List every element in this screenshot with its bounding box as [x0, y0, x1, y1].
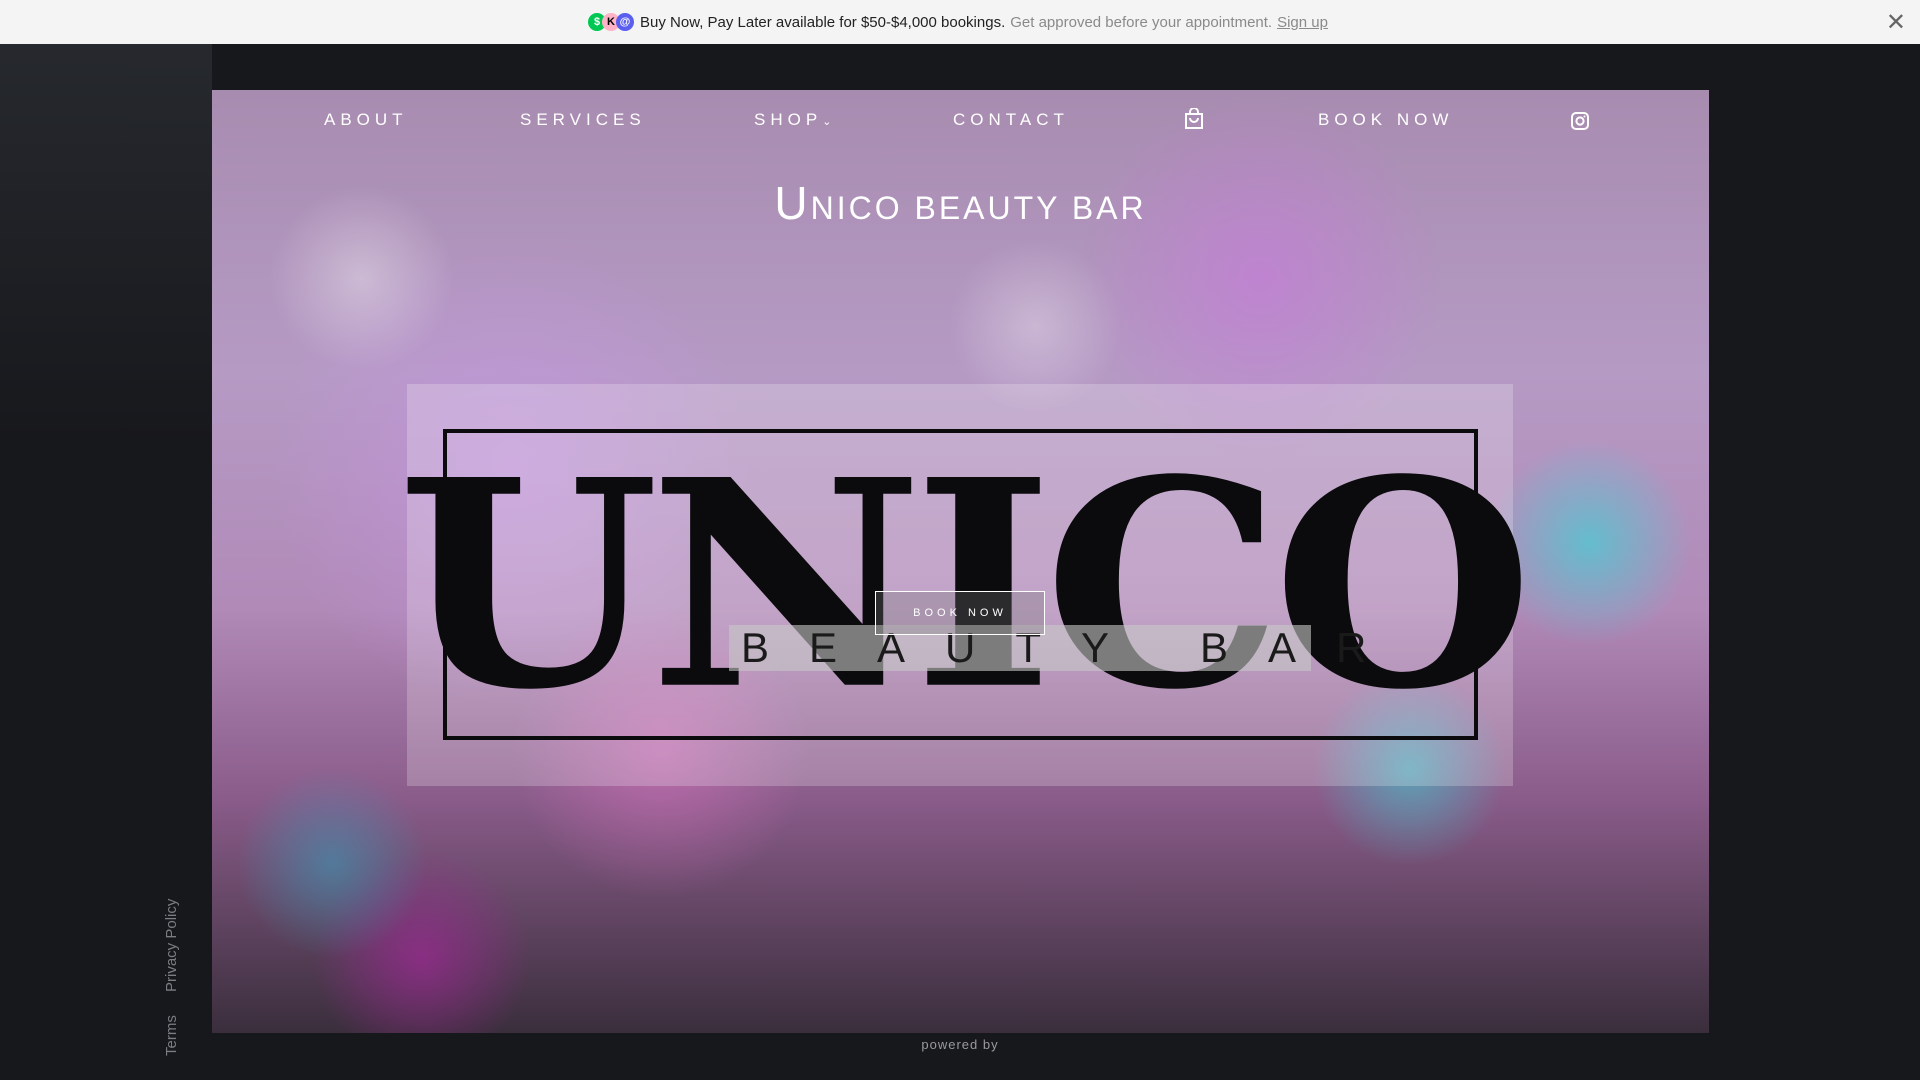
- nav-contact[interactable]: CONTACT: [953, 110, 1069, 130]
- sign-up-link[interactable]: Sign up: [1277, 14, 1328, 31]
- logo-frame: UNICO BEAUTY BAR: [397, 416, 1533, 753]
- close-icon[interactable]: ✕: [1886, 8, 1906, 37]
- cart-icon[interactable]: [1184, 107, 1204, 135]
- chevron-down-icon: ⌄: [822, 116, 832, 128]
- site-title[interactable]: UNICO BEAUTY BAR: [212, 176, 1709, 230]
- main-nav: ABOUT SERVICES SHOP⌄ CONTACT BOOK NOW: [212, 90, 1709, 150]
- book-now-button[interactable]: BOOK NOW: [875, 591, 1045, 635]
- affirm-icon: @: [616, 13, 635, 31]
- banner-subtext: Get approved before your appointment.: [1010, 13, 1273, 31]
- title-rest: NICO BEAUTY BAR: [810, 190, 1147, 226]
- nav-shop[interactable]: SHOP⌄: [754, 110, 831, 130]
- nav-book-now[interactable]: BOOK NOW: [1318, 110, 1453, 130]
- title-initial: U: [774, 177, 811, 229]
- nav-about[interactable]: ABOUT: [324, 110, 408, 130]
- hero-section: ABOUT SERVICES SHOP⌄ CONTACT BOOK NOW UN…: [212, 90, 1709, 1033]
- privacy-policy-link[interactable]: Privacy Policy: [163, 899, 180, 992]
- instagram-icon[interactable]: [1571, 112, 1589, 135]
- promo-banner: $ K @ Buy Now, Pay Later available for $…: [0, 0, 1920, 44]
- logo-unico: UNICO: [397, 416, 1533, 753]
- logo-panel: UNICO BEAUTY BAR: [397, 384, 1534, 786]
- nav-shop-label: SHOP: [754, 110, 823, 129]
- nav-services[interactable]: SERVICES: [520, 110, 646, 130]
- banner-text: Buy Now, Pay Later available for $50-$4,…: [640, 13, 1006, 31]
- background-water: [0, 44, 212, 444]
- powered-by: powered by: [921, 1037, 999, 1052]
- payment-icons: $ K @: [588, 13, 635, 31]
